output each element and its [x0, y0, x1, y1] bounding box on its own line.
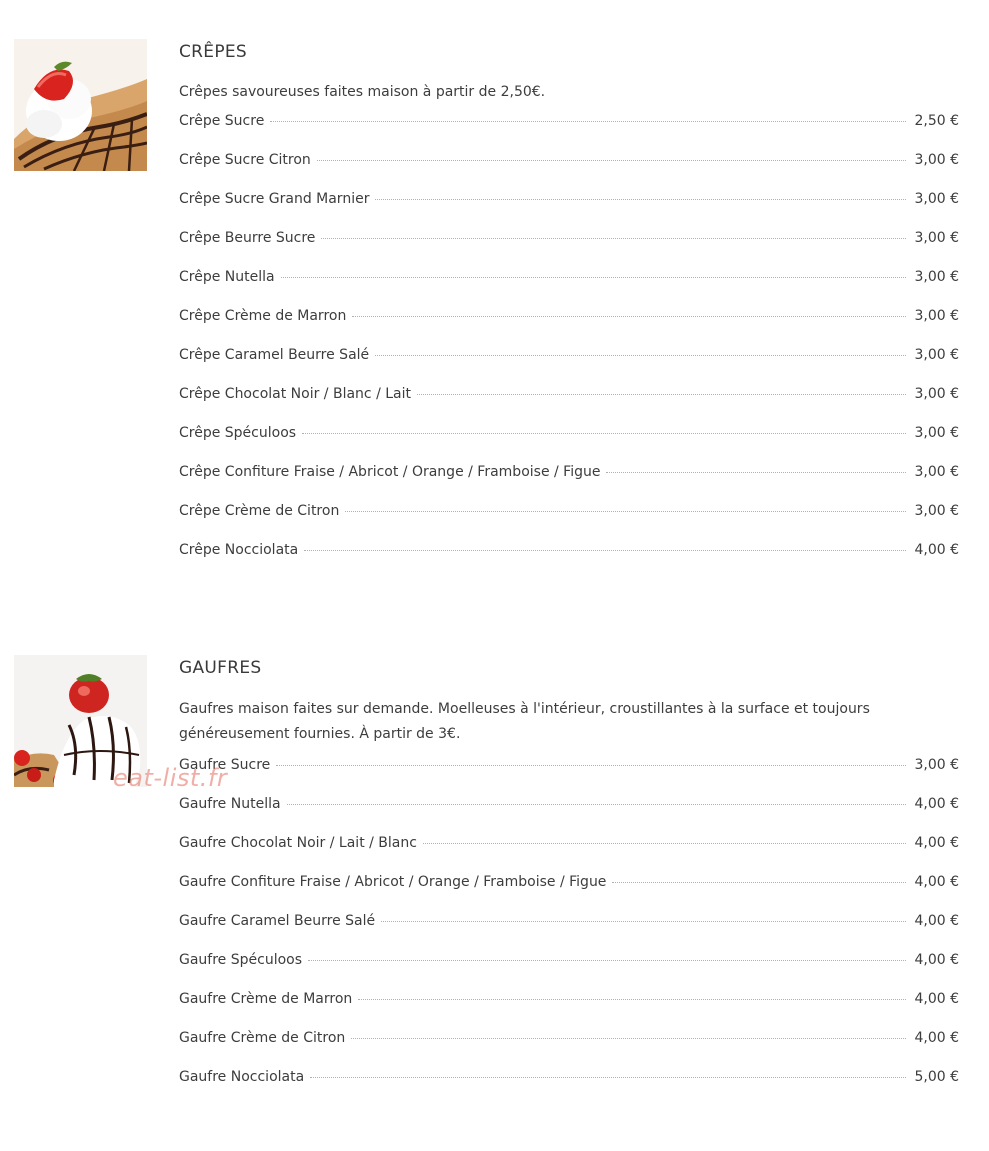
dot-leader — [351, 1037, 907, 1039]
dot-leader — [606, 471, 907, 473]
dot-leader — [352, 315, 907, 317]
menu-item: Gaufre Nocciolata 5,00 € — [179, 1069, 959, 1108]
menu-item: Gaufre Confiture Fraise / Abricot / Oran… — [179, 874, 959, 913]
dot-leader — [417, 393, 907, 395]
menu-item: Gaufre Crème de Citron 4,00 € — [179, 1030, 959, 1069]
dot-leader — [286, 803, 907, 805]
item-price: 4,00 € — [914, 542, 959, 558]
dot-leader — [302, 432, 907, 434]
item-name: Crêpe Chocolat Noir / Blanc / Lait — [179, 386, 411, 402]
item-name: Crêpe Crème de Marron — [179, 308, 347, 324]
menu-item: Crêpe Nutella 3,00 € — [179, 269, 959, 308]
item-name: Gaufre Spéculoos — [179, 952, 303, 968]
section-title: CRÊPES — [179, 42, 248, 62]
dot-leader — [345, 510, 907, 512]
item-name: Crêpe Nutella — [179, 269, 275, 285]
item-name: Gaufre Confiture Fraise / Abricot / Oran… — [179, 874, 607, 890]
section-title: GAUFRES — [179, 658, 262, 678]
menu-item: Gaufre Nutella 4,00 € — [179, 796, 959, 835]
menu-item: Gaufre Sucre 3,00 € — [179, 757, 959, 796]
crepe-image — [14, 39, 147, 171]
item-price: 4,00 € — [914, 796, 959, 812]
section-description: Gaufres maison faites sur demande. Moell… — [179, 701, 870, 742]
item-price: 3,00 € — [914, 308, 959, 324]
dot-leader — [375, 354, 907, 356]
dot-leader — [316, 159, 907, 161]
item-price: 4,00 € — [914, 991, 959, 1007]
item-price: 3,00 € — [914, 425, 959, 441]
dot-leader — [270, 120, 907, 122]
dot-leader — [612, 881, 907, 883]
menu-item: Crêpe Sucre Grand Marnier 3,00 € — [179, 191, 959, 230]
item-price: 3,00 € — [914, 464, 959, 480]
crepes-content: CRÊPES Crêpes savoureuses faites maison … — [179, 41, 959, 581]
item-price: 3,00 € — [914, 757, 959, 773]
dot-leader — [381, 920, 907, 922]
menu-item: Crêpe Nocciolata 4,00 € — [179, 542, 959, 581]
item-price: 5,00 € — [914, 1069, 959, 1085]
menu-item: Crêpe Chocolat Noir / Blanc / Lait 3,00 … — [179, 386, 959, 425]
item-name: Crêpe Nocciolata — [179, 542, 299, 558]
item-name: Crêpe Caramel Beurre Salé — [179, 347, 370, 363]
menu-item: Crêpe Sucre Citron 3,00 € — [179, 152, 959, 191]
menu-item: Crêpe Spéculoos 3,00 € — [179, 425, 959, 464]
item-name: Crêpe Spéculoos — [179, 425, 297, 441]
item-price: 2,50 € — [914, 113, 959, 129]
menu-item: Gaufre Spéculoos 4,00 € — [179, 952, 959, 991]
dot-leader — [280, 276, 907, 278]
item-price: 3,00 € — [914, 191, 959, 207]
dot-leader — [310, 1076, 907, 1078]
dot-leader — [375, 198, 907, 200]
item-name: Crêpe Beurre Sucre — [179, 230, 316, 246]
item-price: 4,00 € — [914, 835, 959, 851]
item-price: 4,00 € — [914, 1030, 959, 1046]
item-price: 3,00 € — [914, 503, 959, 519]
menu-item: Crêpe Crème de Citron 3,00 € — [179, 503, 959, 542]
menu-item: Crêpe Crème de Marron 3,00 € — [179, 308, 959, 347]
menu-item: Gaufre Crème de Marron 4,00 € — [179, 991, 959, 1030]
section-description: Crêpes savoureuses faites maison à parti… — [179, 84, 546, 100]
menu-item: Crêpe Confiture Fraise / Abricot / Orang… — [179, 464, 959, 503]
item-name: Gaufre Crème de Marron — [179, 991, 353, 1007]
item-name: Crêpe Sucre Citron — [179, 152, 311, 168]
item-name: Crêpe Confiture Fraise / Abricot / Orang… — [179, 464, 601, 480]
menu-list: Crêpe Sucre 2,50 € Crêpe Sucre Citron 3,… — [179, 113, 959, 581]
item-name: Crêpe Crème de Citron — [179, 503, 340, 519]
dot-leader — [276, 764, 907, 766]
dot-leader — [308, 959, 907, 961]
gaufres-content: GAUFRES Gaufres maison faites sur demand… — [179, 657, 959, 1108]
item-name: Crêpe Sucre — [179, 113, 265, 129]
item-price: 3,00 € — [914, 230, 959, 246]
dot-leader — [321, 237, 907, 239]
item-price: 3,00 € — [914, 152, 959, 168]
menu-list: Gaufre Sucre 3,00 € Gaufre Nutella 4,00 … — [179, 757, 959, 1108]
item-price: 4,00 € — [914, 952, 959, 968]
item-name: Gaufre Nocciolata — [179, 1069, 305, 1085]
item-price: 4,00 € — [914, 913, 959, 929]
item-price: 4,00 € — [914, 874, 959, 890]
item-name: Gaufre Nutella — [179, 796, 281, 812]
item-price: 3,00 € — [914, 269, 959, 285]
item-name: Gaufre Chocolat Noir / Lait / Blanc — [179, 835, 417, 851]
item-name: Crêpe Sucre Grand Marnier — [179, 191, 370, 207]
menu-item: Gaufre Caramel Beurre Salé 4,00 € — [179, 913, 959, 952]
menu-item: Crêpe Beurre Sucre 3,00 € — [179, 230, 959, 269]
menu-item: Crêpe Caramel Beurre Salé 3,00 € — [179, 347, 959, 386]
item-name: Gaufre Caramel Beurre Salé — [179, 913, 376, 929]
item-price: 3,00 € — [914, 386, 959, 402]
dot-leader — [422, 842, 907, 844]
item-name: Gaufre Crème de Citron — [179, 1030, 346, 1046]
item-price: 3,00 € — [914, 347, 959, 363]
menu-item: Crêpe Sucre 2,50 € — [179, 113, 959, 152]
dot-leader — [358, 998, 907, 1000]
menu-item: Gaufre Chocolat Noir / Lait / Blanc 4,00… — [179, 835, 959, 874]
watermark: eat-list.fr — [113, 764, 228, 792]
dot-leader — [304, 549, 907, 551]
crepe-photo-icon — [14, 39, 147, 171]
